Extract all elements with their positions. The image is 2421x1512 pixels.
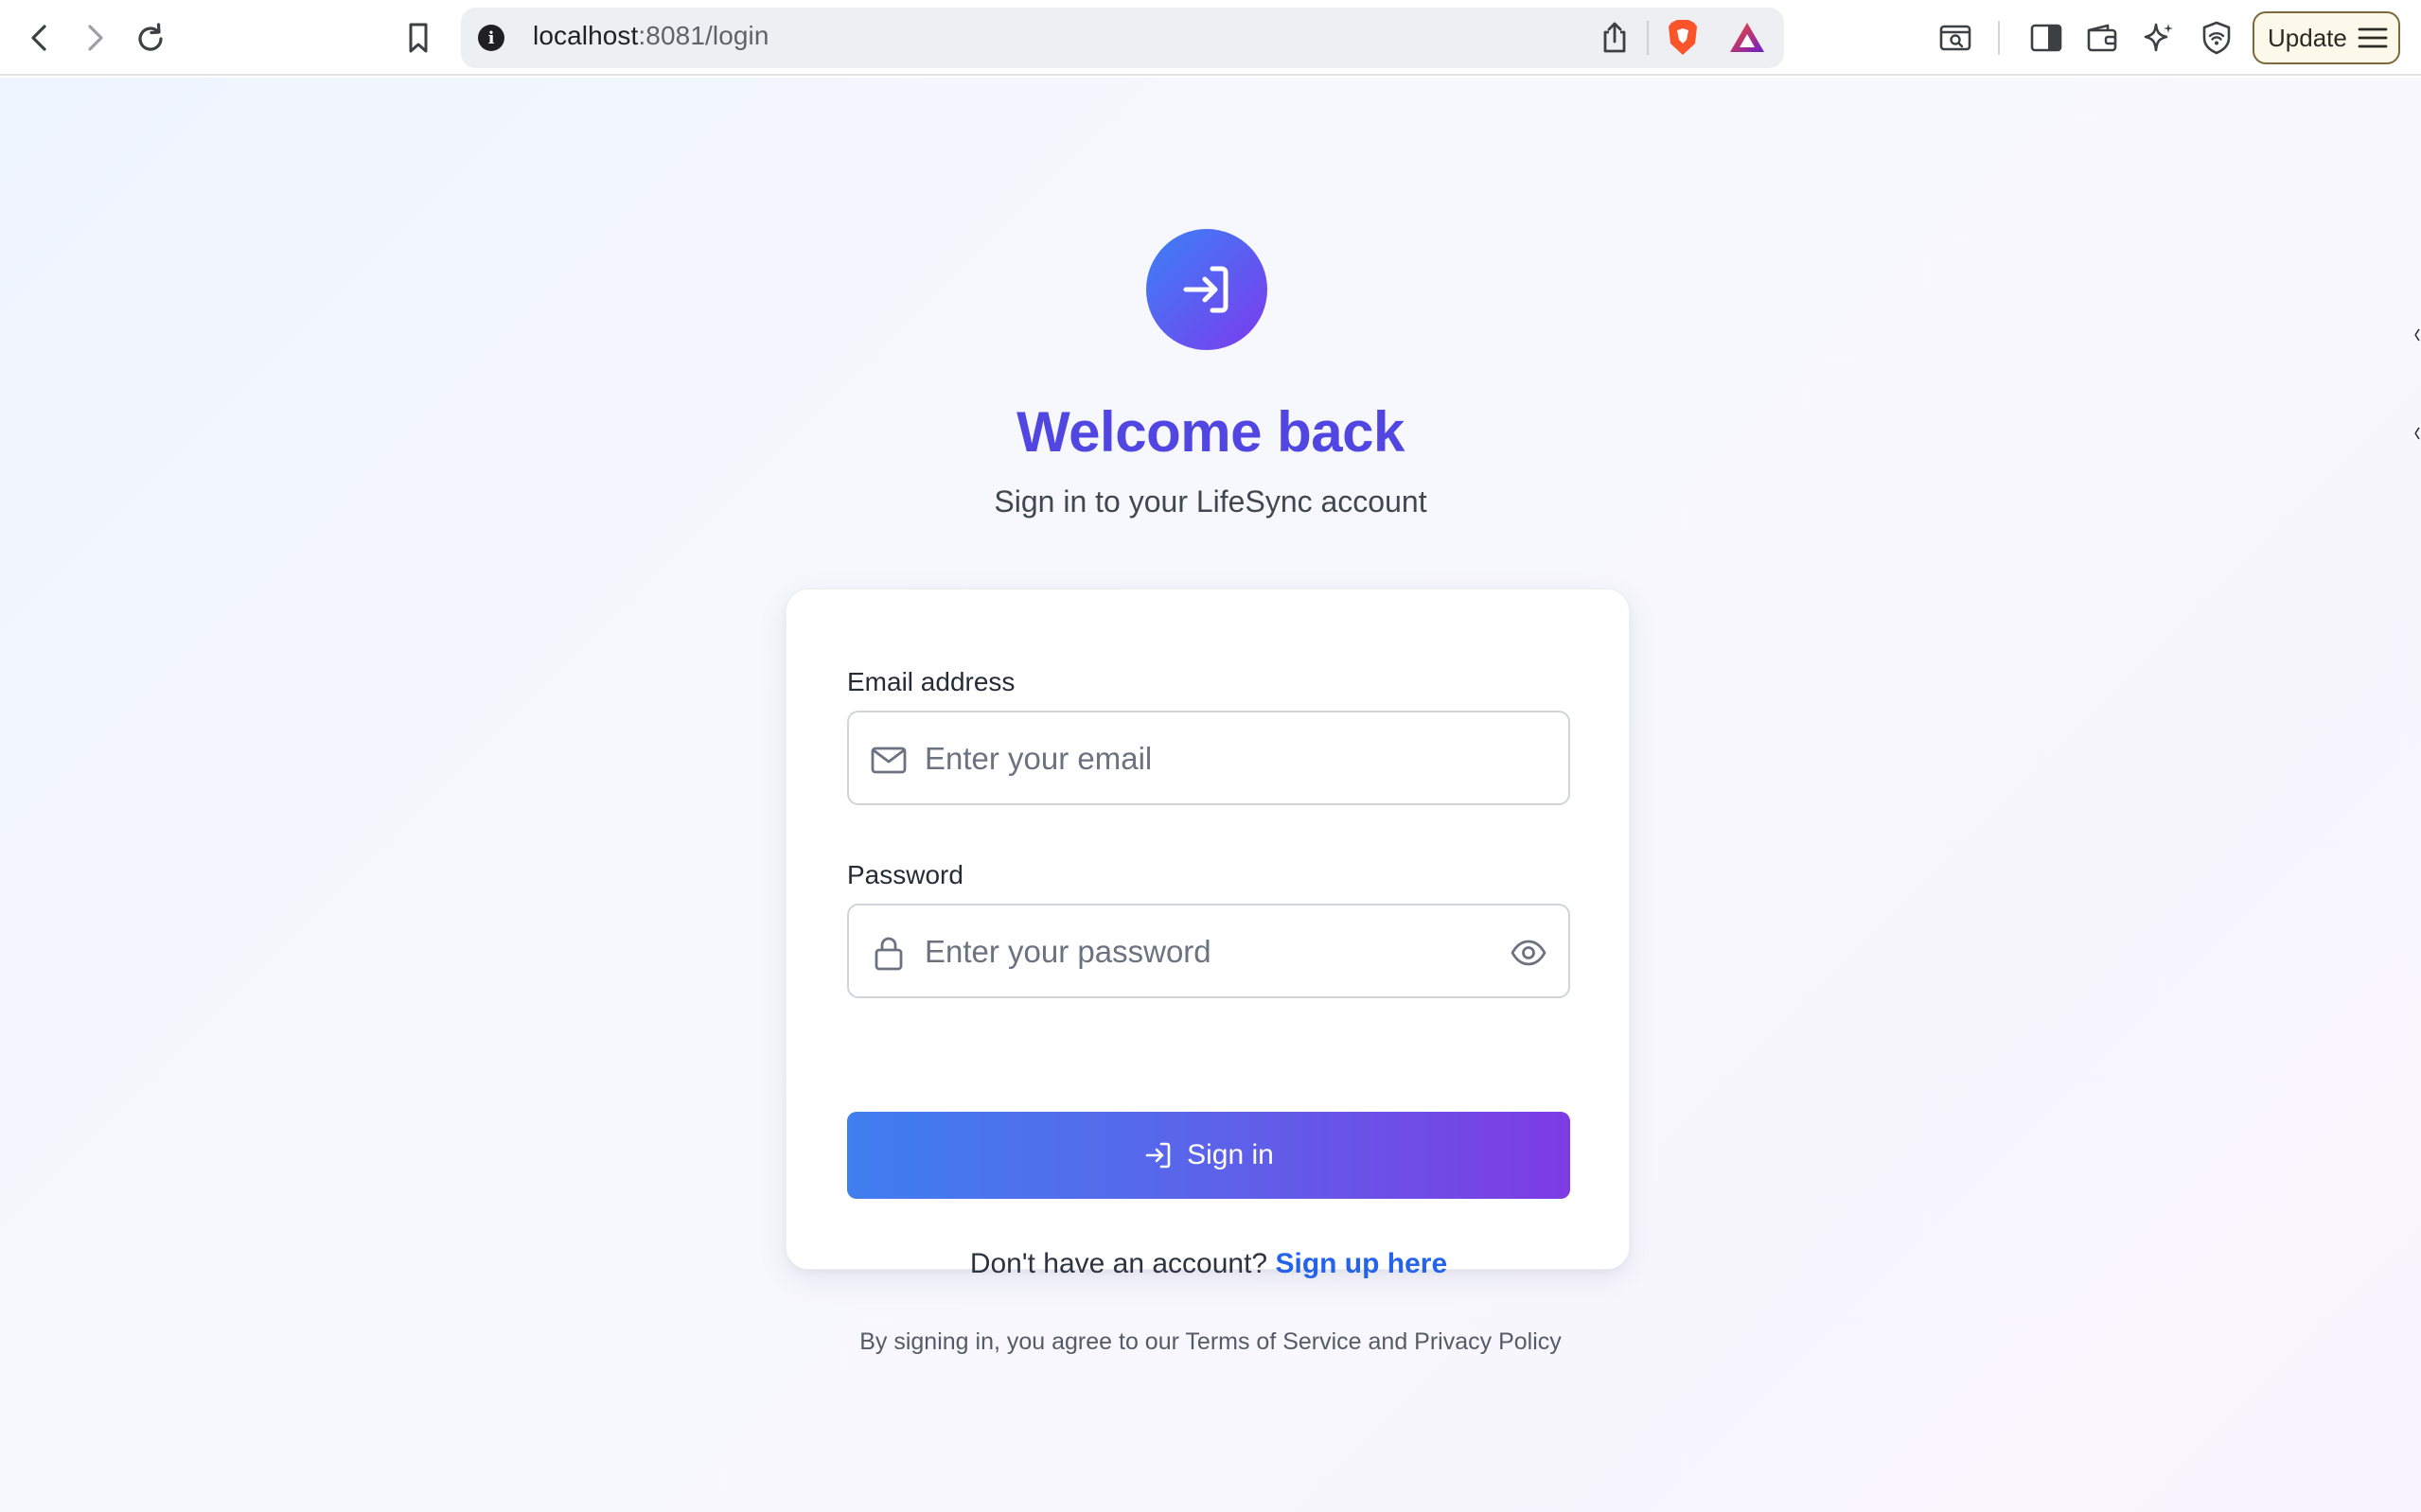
- update-button[interactable]: Update: [2253, 11, 2400, 64]
- sidebar-icon[interactable]: [2027, 19, 2065, 57]
- bookmark-icon[interactable]: [399, 19, 437, 57]
- search-tab-icon[interactable]: [1936, 19, 1974, 57]
- signup-link[interactable]: Sign up here: [1275, 1248, 1447, 1279]
- lock-icon: [870, 934, 908, 972]
- terms-notice: By signing in, you agree to our Terms of…: [859, 1328, 1562, 1355]
- login-logo: [1146, 229, 1267, 350]
- sign-in-button-icon: [1143, 1140, 1174, 1170]
- email-field[interactable]: [847, 711, 1570, 805]
- menu-icon: [2357, 25, 2389, 51]
- browser-toolbar: i localhost:8081/login Update: [0, 0, 2421, 76]
- email-input[interactable]: [925, 735, 1474, 782]
- leo-ai-icon[interactable]: [2140, 19, 2178, 57]
- share-icon[interactable]: [1598, 19, 1632, 57]
- update-label: Update: [2268, 23, 2347, 52]
- wallet-icon[interactable]: [2083, 19, 2121, 57]
- email-label: Email address: [847, 667, 1016, 696]
- signup-row: Don't have an account? Sign up here: [786, 1248, 1631, 1280]
- show-password-icon[interactable]: [1510, 934, 1547, 972]
- back-icon[interactable]: [21, 19, 59, 57]
- brave-shields-icon[interactable]: [1664, 17, 1702, 59]
- signup-prompt: Don't have an account?: [969, 1248, 1268, 1279]
- url-divider: [1647, 21, 1649, 55]
- forward-icon[interactable]: [76, 19, 114, 57]
- sign-in-button-label: Sign in: [1187, 1139, 1274, 1170]
- url-text[interactable]: localhost:8081/login: [533, 21, 769, 51]
- sign-in-icon: [1178, 261, 1235, 318]
- sign-in-button[interactable]: Sign in: [847, 1112, 1570, 1199]
- url-host: localhost: [533, 21, 639, 50]
- password-input[interactable]: [925, 928, 1474, 976]
- url-path: :8081/login: [638, 21, 769, 50]
- vpn-icon[interactable]: [2198, 19, 2235, 57]
- window-edge: [2413, 322, 2421, 445]
- password-label: Password: [847, 860, 963, 889]
- toolbar-divider: [1998, 21, 2000, 55]
- site-info-icon[interactable]: i: [478, 25, 504, 51]
- page-subtitle: Sign in to your LifeSync account: [994, 484, 1427, 519]
- mail-icon: [870, 741, 908, 779]
- login-page: Welcome back Sign in to your LifeSync ac…: [0, 78, 2421, 1512]
- reload-icon[interactable]: [131, 19, 170, 59]
- password-field[interactable]: [847, 904, 1570, 998]
- login-card: Email address Password Sign in Don't hav: [786, 589, 1630, 1279]
- brave-rewards-icon[interactable]: [1727, 19, 1767, 57]
- page-title: Welcome back: [1016, 400, 1405, 464]
